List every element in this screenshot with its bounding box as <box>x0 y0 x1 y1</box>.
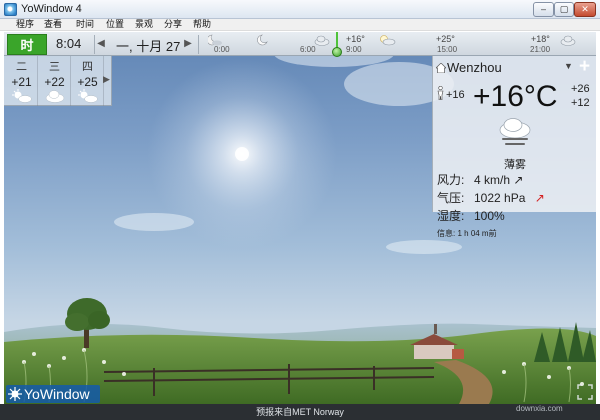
forecast-day-name: 四 <box>82 61 93 73</box>
moon-icon <box>257 34 268 46</box>
weather-scene: 时 8:04 ◀ 一, 十月 27 ▶ 0:00 6:00 9:00 15:00… <box>4 32 596 404</box>
menu-share[interactable]: 分享 <box>164 18 182 31</box>
divider <box>198 35 199 54</box>
current-date[interactable]: 一, 十月 27 <box>116 36 180 55</box>
prev-day-arrow[interactable]: ◀ <box>96 37 106 51</box>
timeline-time: 0:00 <box>214 45 230 54</box>
forecast-day-temp: +22 <box>44 75 65 89</box>
weather-condition: 薄雾 <box>504 159 526 171</box>
forecast-more-arrow[interactable]: ▶ <box>103 74 110 85</box>
high-temp: +26 <box>571 83 590 95</box>
add-location-button[interactable]: + <box>579 56 590 78</box>
fullscreen-icon[interactable] <box>576 383 594 401</box>
low-temp: +12 <box>571 97 590 109</box>
feels-like-icon <box>437 86 444 100</box>
wind-row: 风力: 4 km/h ↗ <box>437 171 523 188</box>
humidity-value: 100% <box>474 209 505 223</box>
timeline-time: 9:00 <box>346 45 362 54</box>
info-label: 信息: <box>437 229 456 238</box>
menu-landscape[interactable]: 景观 <box>135 18 153 31</box>
cloud-icon <box>45 90 65 103</box>
wind-value: 4 km/h ↗ <box>474 173 524 187</box>
menu-time[interactable]: 时间 <box>76 18 94 31</box>
pressure-label: 气压: <box>437 191 465 205</box>
pressure-value: 1022 hPa <box>474 191 526 205</box>
window-title: YoWindow 4 <box>21 3 82 15</box>
timeline-temp: +18° <box>531 34 550 44</box>
forecast-day-name: 三 <box>49 61 60 73</box>
minimize-button[interactable]: – <box>533 2 554 17</box>
sun-cloud-icon <box>78 89 98 103</box>
menu-program[interactable]: 程序 <box>16 18 34 31</box>
sun-logo-icon <box>8 387 22 401</box>
next-day-arrow[interactable]: ▶ <box>183 37 193 51</box>
close-button[interactable]: ✕ <box>574 2 596 17</box>
sun-cloud-icon <box>12 89 32 103</box>
location-name[interactable]: Wenzhou <box>447 60 502 75</box>
maximize-button[interactable]: ▢ <box>554 2 574 17</box>
timeline-time: 6:00 <box>300 45 316 54</box>
divider <box>94 35 95 54</box>
mist-icon <box>499 118 531 145</box>
forecast-day-name: 二 <box>16 61 27 73</box>
timeline-temp: +25° <box>436 34 455 44</box>
humidity-label: 湿度: <box>437 209 465 223</box>
timeline-time: 21:00 <box>530 45 551 54</box>
app-icon <box>4 3 17 16</box>
now-button[interactable]: 时 <box>7 34 47 55</box>
wind-label: 风力: <box>437 173 465 187</box>
daily-forecast-panel: 二 +21 三 +22 四 +25 ▶ <box>4 56 112 106</box>
forecast-day[interactable]: 四 +25 <box>72 56 104 106</box>
update-info: 信息: 1 h 04 m前 <box>437 228 497 239</box>
current-temperature: +16°C <box>473 80 558 113</box>
feels-like-temp: +16 <box>446 89 465 101</box>
forecast-day[interactable]: 二 +21 <box>6 56 38 106</box>
menu-help[interactable]: 帮助 <box>193 18 211 31</box>
cloud-icon <box>560 35 576 46</box>
sun-cloud-icon <box>380 35 396 46</box>
status-bar: 预报来自MET Norway <box>0 404 600 420</box>
hourly-timeline[interactable]: 0:00 6:00 9:00 15:00 21:00 +16° +25° +18… <box>200 32 596 57</box>
menu-location[interactable]: 位置 <box>106 18 124 31</box>
cloud-icon <box>314 35 330 46</box>
home-icon[interactable] <box>436 63 446 73</box>
forecast-day[interactable]: 三 +22 <box>39 56 71 106</box>
forecast-day-temp: +25 <box>77 75 98 89</box>
watermark: downxia.com <box>516 404 563 413</box>
timeline-temp: +16° <box>346 34 365 44</box>
humidity-row: 湿度: 100% <box>437 207 505 224</box>
pressure-trend-icon: ↗ <box>534 191 545 205</box>
menu-view[interactable]: 查看 <box>44 18 62 31</box>
timeline-bar: 时 8:04 ◀ 一, 十月 27 ▶ 0:00 6:00 9:00 15:00… <box>4 32 596 57</box>
pressure-row: 气压: 1022 hPa ↗ <box>437 189 545 206</box>
timeline-time: 15:00 <box>437 45 458 54</box>
forecast-day-temp: +21 <box>11 75 32 89</box>
location-dropdown-icon[interactable]: ▼ <box>564 61 573 71</box>
current-time[interactable]: 8:04 <box>56 36 81 51</box>
forecast-source[interactable]: 预报来自MET Norway <box>0 405 600 418</box>
title-bar: YoWindow 4 – ▢ ✕ <box>0 0 600 19</box>
menu-bar: 程序 查看 时间 位置 景观 分享 帮助 <box>0 19 600 31</box>
time-slider-handle[interactable] <box>332 47 342 57</box>
current-weather-panel: Wenzhou ▼ + +16 +16°C +26 +12 薄雾 风力: 4 km… <box>432 56 596 238</box>
info-value: 1 h 04 m前 <box>457 229 497 238</box>
